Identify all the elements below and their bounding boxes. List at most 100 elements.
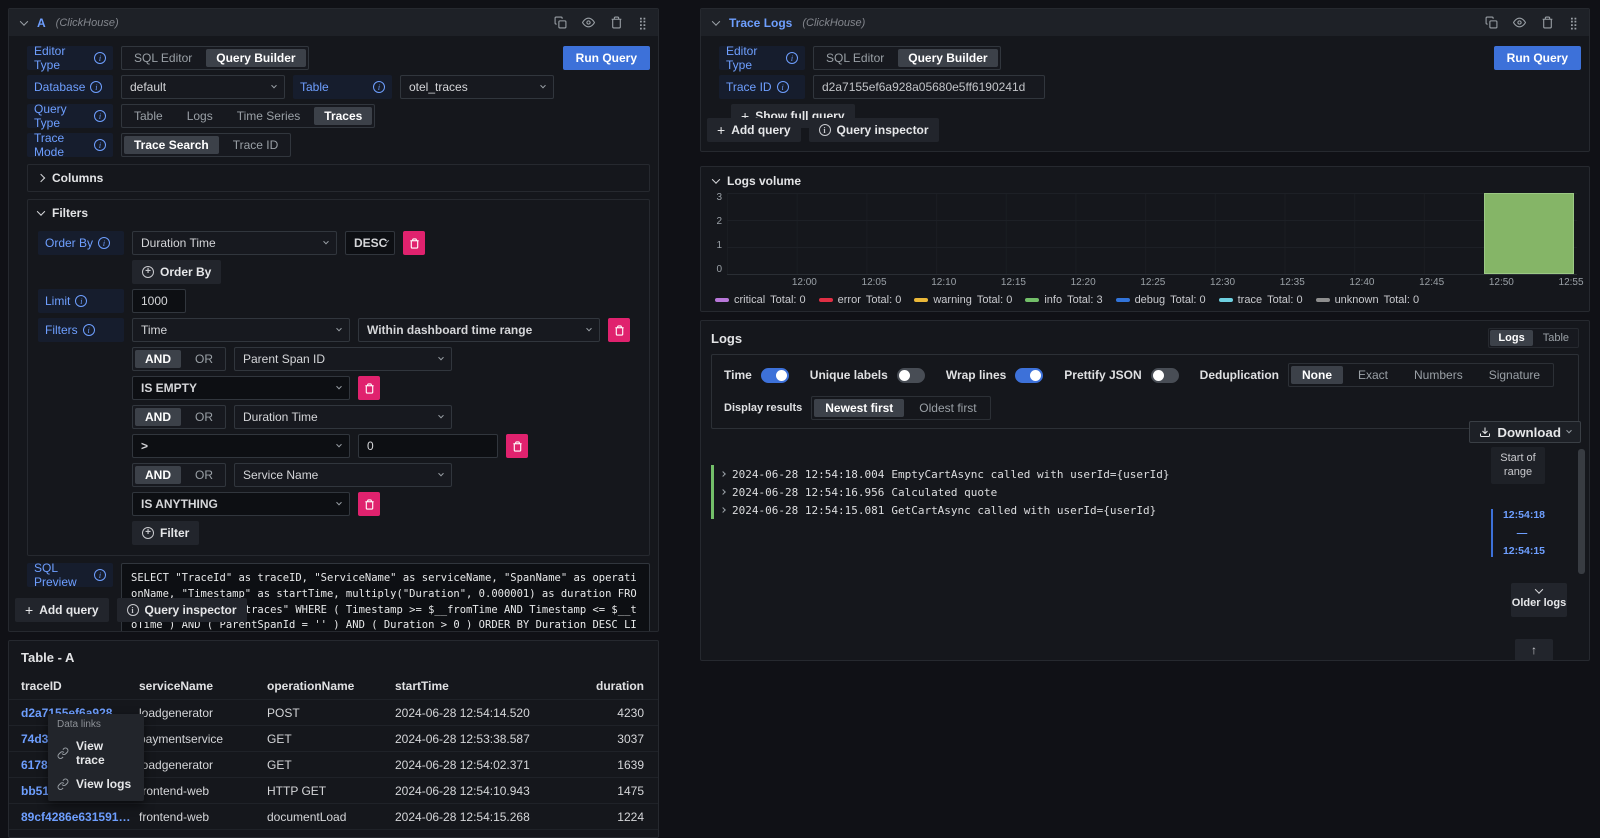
query-builder-option[interactable]: Query Builder — [206, 49, 305, 67]
filters-section-header[interactable]: Filters — [38, 206, 639, 220]
remove-order-by-button[interactable] — [403, 231, 425, 255]
collapse-chevron-icon[interactable] — [712, 17, 720, 25]
oldest-first-option[interactable]: Oldest first — [908, 399, 987, 417]
run-query-button[interactable]: Run Query — [1494, 46, 1581, 70]
drag-handle-icon[interactable]: ⣿ — [638, 17, 646, 29]
logs-volume-header[interactable]: Logs volume — [701, 167, 1589, 192]
remove-filter-button[interactable] — [608, 318, 630, 342]
copy-icon[interactable] — [554, 16, 567, 29]
legend-item[interactable]: traceTotal: 0 — [1219, 294, 1303, 306]
info-icon[interactable]: i — [94, 139, 106, 151]
view-trace-menu-item[interactable]: View trace — [57, 734, 135, 772]
remove-condition-2-button[interactable] — [506, 434, 528, 458]
legend-item[interactable]: errorTotal: 0 — [819, 294, 902, 306]
collapse-chevron-icon[interactable] — [712, 175, 720, 183]
table-select[interactable]: otel_traces — [400, 75, 554, 99]
condition-2-value-input[interactable] — [358, 434, 498, 458]
filter-time-range-select[interactable]: Within dashboard time range — [358, 318, 600, 342]
column-header-operationname[interactable]: operationName — [267, 679, 395, 693]
and-option[interactable]: AND — [135, 466, 181, 484]
or-option[interactable]: OR — [185, 408, 223, 426]
view-logs-menu-item[interactable]: View logs — [57, 772, 135, 796]
run-query-button[interactable]: Run Query — [563, 46, 650, 70]
and-option[interactable]: AND — [135, 350, 181, 368]
remove-condition-1-button[interactable] — [358, 376, 380, 400]
trash-icon[interactable] — [1541, 16, 1554, 29]
or-option[interactable]: OR — [185, 466, 223, 484]
unique-labels-toggle[interactable] — [897, 368, 925, 383]
view-logs-option[interactable]: Logs — [1490, 330, 1532, 346]
eye-icon[interactable] — [1513, 16, 1526, 29]
view-table-option[interactable]: Table — [1535, 330, 1577, 346]
wrap-lines-toggle[interactable] — [1015, 368, 1043, 383]
query-inspector-button[interactable]: iQuery inspector — [809, 118, 939, 142]
info-icon[interactable]: i — [777, 81, 789, 93]
info-icon[interactable]: i — [83, 324, 95, 336]
or-option[interactable]: OR — [185, 350, 223, 368]
columns-section[interactable]: Columns — [27, 164, 650, 192]
legend-item[interactable]: infoTotal: 3 — [1025, 294, 1102, 306]
info-icon[interactable]: i — [373, 81, 385, 93]
filter-field-select[interactable]: Time — [132, 318, 350, 342]
limit-input[interactable] — [132, 289, 186, 313]
scroll-to-top-button[interactable]: ↑ — [1515, 639, 1553, 661]
trace-id-input[interactable] — [813, 75, 1045, 99]
trace-search-option[interactable]: Trace Search — [124, 136, 219, 154]
condition-3-operator-select[interactable]: IS ANYTHING — [132, 492, 350, 516]
drag-handle-icon[interactable]: ⣿ — [1569, 17, 1577, 29]
add-query-button[interactable]: +Add query — [15, 598, 109, 622]
condition-2-field-select[interactable]: Duration Time — [234, 405, 452, 429]
eye-icon[interactable] — [582, 16, 595, 29]
condition-2-operator-select[interactable]: > — [132, 434, 350, 458]
info-icon[interactable]: i — [75, 295, 87, 307]
column-header-duration[interactable]: duration — [577, 679, 646, 693]
info-icon[interactable]: i — [94, 110, 106, 122]
log-range-indicator[interactable]: 12:54:18 — 12:54:15 — [1491, 509, 1545, 557]
query-type-traces[interactable]: Traces — [314, 107, 372, 125]
log-row[interactable]: 2024-06-28 12:54:15.081 GetCartAsync cal… — [711, 501, 1479, 519]
order-by-direction-select[interactable]: DESC — [345, 231, 395, 255]
copy-icon[interactable] — [1485, 16, 1498, 29]
dedup-exact-option[interactable]: Exact — [1347, 366, 1399, 384]
info-icon[interactable]: i — [786, 52, 798, 64]
info-icon[interactable]: i — [90, 81, 102, 93]
legend-item[interactable]: unknownTotal: 0 — [1316, 294, 1420, 306]
legend-item[interactable]: criticalTotal: 0 — [715, 294, 806, 306]
scrollbar[interactable] — [1578, 449, 1585, 574]
sql-editor-option[interactable]: SQL Editor — [816, 49, 894, 67]
column-header-traceid[interactable]: traceID — [21, 679, 139, 693]
dedup-numbers-option[interactable]: Numbers — [1403, 366, 1474, 384]
add-order-by-button[interactable]: +Order By — [132, 260, 221, 284]
plot-area[interactable] — [727, 193, 1577, 275]
expand-log-chevron-icon[interactable] — [720, 507, 726, 513]
info-icon[interactable]: i — [94, 569, 106, 581]
expand-log-chevron-icon[interactable] — [720, 489, 726, 495]
legend-item[interactable]: warningTotal: 0 — [914, 294, 1012, 306]
query-type-logs[interactable]: Logs — [177, 107, 223, 125]
remove-condition-3-button[interactable] — [358, 492, 380, 516]
add-filter-button[interactable]: +Filter — [132, 521, 199, 545]
database-select[interactable]: default — [121, 75, 285, 99]
info-icon[interactable]: i — [94, 52, 106, 64]
condition-1-field-select[interactable]: Parent Span ID — [234, 347, 452, 371]
trace-logs-title[interactable]: Trace Logs — [729, 16, 792, 30]
trash-icon[interactable] — [610, 16, 623, 29]
condition-1-operator-select[interactable]: IS EMPTY — [132, 376, 350, 400]
trace-link[interactable]: 89cf4286e631591b4... — [21, 810, 139, 824]
column-header-starttime[interactable]: startTime — [395, 679, 577, 693]
newest-first-option[interactable]: Newest first — [814, 399, 904, 417]
log-row[interactable]: 2024-06-28 12:54:16.956 Calculated quote — [711, 483, 1479, 501]
legend-item[interactable]: debugTotal: 0 — [1116, 294, 1206, 306]
sql-editor-option[interactable]: SQL Editor — [124, 49, 202, 67]
log-row[interactable]: 2024-06-28 12:54:18.004 EmptyCartAsync c… — [711, 465, 1479, 483]
order-by-field-select[interactable]: Duration Time — [132, 231, 337, 255]
time-toggle[interactable] — [761, 368, 789, 383]
collapse-chevron-icon[interactable] — [20, 17, 28, 25]
older-logs-button[interactable]: Older logs — [1511, 583, 1567, 617]
and-option[interactable]: AND — [135, 408, 181, 426]
query-type-timeseries[interactable]: Time Series — [227, 107, 311, 125]
query-type-table[interactable]: Table — [124, 107, 173, 125]
query-inspector-button[interactable]: iQuery inspector — [117, 598, 247, 622]
query-builder-option[interactable]: Query Builder — [898, 49, 997, 67]
download-button[interactable]: Download — [1469, 421, 1581, 443]
